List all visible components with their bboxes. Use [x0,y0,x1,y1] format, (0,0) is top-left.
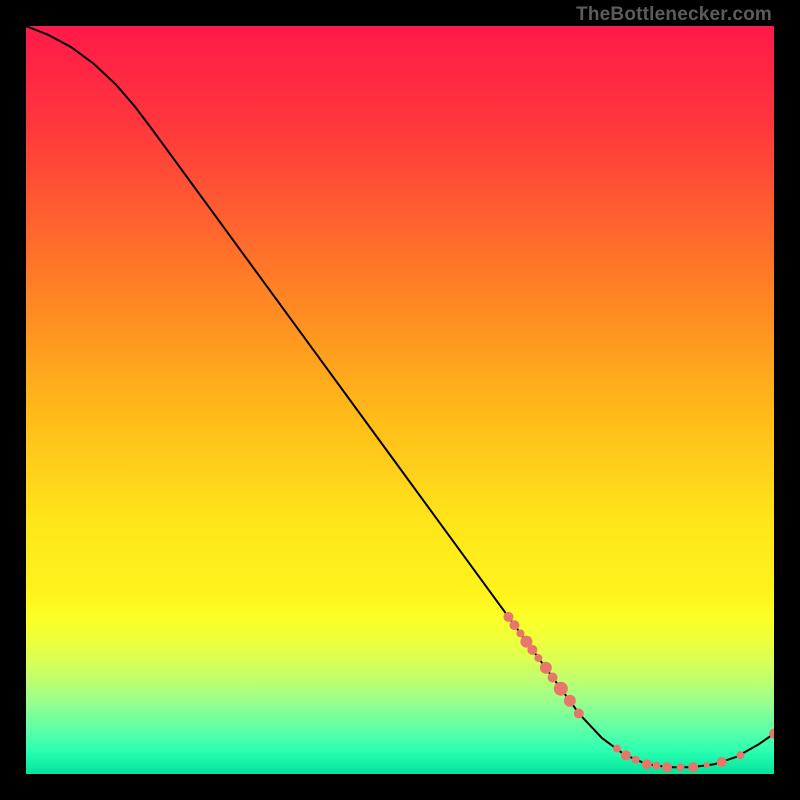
data-marker [662,762,672,772]
data-marker [688,762,698,772]
data-marker [704,762,710,768]
data-marker [717,757,727,767]
gradient-background [26,26,774,774]
data-marker [736,751,744,759]
data-marker [677,763,685,771]
chart-svg [26,26,774,774]
data-marker [509,620,519,630]
data-marker [540,662,552,674]
data-marker [642,759,652,769]
data-marker [564,695,576,707]
data-marker [534,654,542,662]
data-marker [613,745,621,753]
data-marker [554,682,568,696]
data-marker [653,762,661,770]
watermark-label: TheBottlenecker.com [576,4,772,26]
plot-area [26,26,774,774]
data-marker [503,612,513,622]
data-marker [621,750,631,760]
data-marker [527,645,537,655]
data-marker [574,708,584,718]
data-marker [548,673,558,683]
data-marker [516,629,524,637]
chart-stage: TheBottlenecker.com [0,0,800,800]
data-marker [632,756,640,764]
